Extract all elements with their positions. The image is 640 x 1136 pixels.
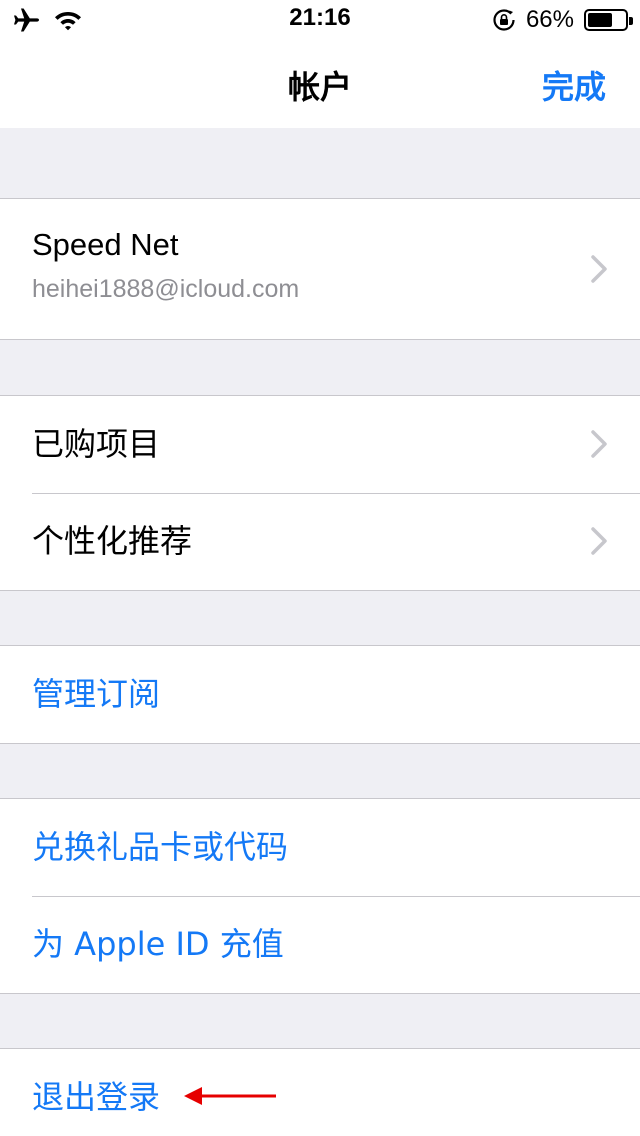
rotation-lock-icon bbox=[493, 9, 515, 31]
chevron-right-icon bbox=[591, 255, 607, 283]
sign-out-link: 退出登录 bbox=[32, 1078, 161, 1116]
navigation-bar: 帐户 完成 bbox=[0, 40, 640, 128]
battery-icon bbox=[584, 9, 633, 31]
personalized-recommendations-label: 个性化推荐 bbox=[32, 522, 193, 560]
done-button[interactable]: 完成 bbox=[542, 62, 606, 108]
purchases-section: 已购项目 个性化推荐 bbox=[0, 395, 640, 591]
subscriptions-section: 管理订阅 bbox=[0, 645, 640, 744]
account-row[interactable]: Speed Net heihei1888@icloud.com bbox=[0, 199, 640, 339]
purchased-row[interactable]: 已购项目 bbox=[0, 396, 640, 493]
chevron-right-icon bbox=[591, 430, 607, 458]
account-screen: 21:16 66% 帐户 完成 Speed Net heihei1888@icl… bbox=[0, 0, 640, 1136]
battery-cap bbox=[629, 17, 633, 25]
battery-level bbox=[588, 13, 612, 27]
sign-out-row[interactable]: 退出登录 bbox=[0, 1049, 640, 1136]
redeem-gift-card-row[interactable]: 兑换礼品卡或代码 bbox=[0, 799, 640, 896]
account-email: heihei1888@icloud.com bbox=[32, 275, 300, 303]
add-funds-link: 为 Apple ID 充值 bbox=[32, 925, 284, 963]
account-section: Speed Net heihei1888@icloud.com bbox=[0, 198, 640, 340]
manage-subscriptions-row[interactable]: 管理订阅 bbox=[0, 646, 640, 743]
status-bar: 21:16 66% bbox=[0, 0, 640, 40]
status-right: 66% bbox=[492, 6, 633, 34]
chevron-right-icon bbox=[591, 527, 607, 555]
redeem-section: 兑换礼品卡或代码 为 Apple ID 充值 bbox=[0, 798, 640, 994]
purchased-label: 已购项目 bbox=[32, 425, 161, 463]
add-funds-row[interactable]: 为 Apple ID 充值 bbox=[0, 896, 640, 993]
annotation-arrow-icon bbox=[184, 1087, 276, 1105]
sign-out-section: 退出登录 bbox=[0, 1048, 640, 1136]
account-name: Speed Net bbox=[32, 227, 179, 262]
manage-subscriptions-link: 管理订阅 bbox=[32, 675, 161, 713]
personalized-recommendations-row[interactable]: 个性化推荐 bbox=[0, 493, 640, 590]
redeem-gift-card-link: 兑换礼品卡或代码 bbox=[32, 828, 289, 866]
battery-percent: 66% bbox=[525, 6, 574, 33]
